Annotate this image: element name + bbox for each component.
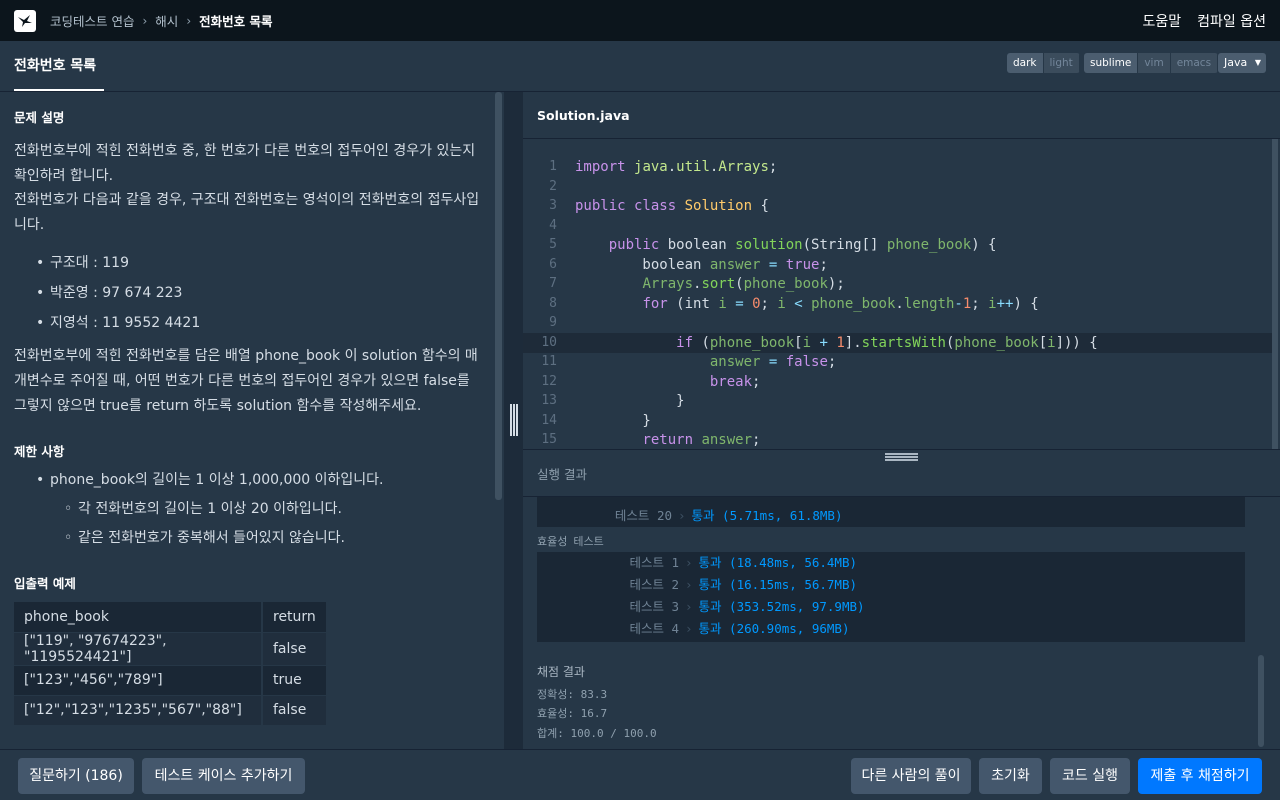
list-item: 같은 전화번호가 중복해서 들어있지 않습니다. <box>64 527 345 556</box>
efficiency-label: 효율성 테스트 <box>537 535 604 548</box>
theme-toggle: dark light <box>1007 53 1080 73</box>
code-line: 6 boolean answer = true; <box>549 257 828 273</box>
grade-heading: 채점 결과 <box>537 665 585 679</box>
efficiency-result-box: 테스트 1 › 통과 (18.48ms, 56.4MB) 테스트 2 › 통과 (16.… <box>537 552 1245 642</box>
list-item: 박준영 : 97 674 223 <box>36 282 200 312</box>
code-line: 9 <box>549 315 557 330</box>
code-line: 14 } <box>541 413 651 429</box>
table-cell: ["12","123","1235","567","88"] <box>14 695 263 726</box>
top-nav: 코딩테스트 연습 › 해시 › 전화번호 목록 도움말 컴파일 옵션 <box>0 0 1280 41</box>
accuracy-result-box: 테스트 20 › 통과 (5.71ms, 61.8MB) <box>537 497 1245 527</box>
description-line: 니다. <box>14 217 45 233</box>
code-line: 8 for (int i = 0; i < phone_book.length-… <box>549 296 1039 312</box>
editor-scrollbar[interactable] <box>1272 139 1278 449</box>
programmers-logo-icon[interactable] <box>14 9 36 32</box>
bottom-action-bar: 질문하기 (186) 테스트 케이스 추가하기 다른 사람의 풀이 초기화 코드… <box>0 749 1280 800</box>
grade-accuracy: 정확성: 83.3 <box>537 688 608 701</box>
description-scrollbar[interactable] <box>495 92 502 500</box>
list-item: 구조대 : 119 <box>36 252 200 282</box>
list-item: 각 전화번호의 길이는 1 이상 20 이하입니다. <box>64 498 345 527</box>
io-example-table: phone_book return ["119", "97674223", "1… <box>14 602 328 726</box>
grade-efficiency: 효율성: 16.7 <box>537 707 608 720</box>
code-line-active: 10 if (phone_book[i + 1].startsWith(phon… <box>523 333 1273 353</box>
code-line: 15 return answer; <box>541 432 761 448</box>
result-scrollbar[interactable] <box>1258 655 1264 747</box>
pane-splitter[interactable] <box>504 92 523 749</box>
theme-light-button[interactable]: light <box>1043 53 1080 73</box>
code-line: 11 answer = false; <box>541 354 837 370</box>
breadcrumb-hash[interactable]: 해시 <box>155 11 178 30</box>
tab-problem-title[interactable]: 전화번호 목록 <box>14 41 105 91</box>
code-line: 1 import java.util.Arrays; <box>549 159 778 175</box>
drag-handle-icon[interactable] <box>510 404 518 436</box>
code-line: 7 Arrays.sort(phone_book); <box>549 276 845 292</box>
resize-handle-icon[interactable] <box>885 453 918 461</box>
tab-bar: 전화번호 목록 dark light sublime vim emacs Jav… <box>0 41 1280 92</box>
description-line: 전화번호가 다음과 같을 경우, 구조대 전화번호는 영석이의 전화번호의 접두… <box>14 192 480 208</box>
language-select[interactable]: Java ▼ <box>1218 53 1266 73</box>
keymap-emacs-button[interactable]: emacs <box>1170 53 1219 73</box>
keymap-vim-button[interactable]: vim <box>1138 53 1171 73</box>
breadcrumb-coding-test[interactable]: 코딩테스트 연습 <box>50 11 134 30</box>
description-line: 개변수로 주어질 때, 어떤 번호가 다른 번호의 접두어인 경우가 있으면 f… <box>14 373 470 389</box>
keymap-toggle: sublime vim emacs <box>1084 53 1219 73</box>
code-line: 13 } <box>541 393 685 409</box>
code-line: 5 public boolean solution(String[] phone… <box>549 237 997 253</box>
problem-description-pane: 문제 설명 전화번호부에 적힌 전화번호 중, 한 번호가 다른 번호의 접두어… <box>0 92 504 749</box>
result-header: 실행 결과 <box>523 449 1280 497</box>
table-cell: ["119", "97674223", "1195524421"] <box>14 632 263 666</box>
chevron-right-icon: › <box>142 13 148 28</box>
result-panel: 테스트 20 › 통과 (5.71ms, 61.8MB) 효율성 테스트 테스트 1 ›… <box>523 497 1280 749</box>
breadcrumb: 코딩테스트 연습 › 해시 › 전화번호 목록 <box>50 11 272 30</box>
language-value: Java <box>1224 56 1248 69</box>
grade-total: 합계: 100.0 / 100.0 <box>537 727 657 740</box>
description-line: 그렇지 않으면 true를 return 하도록 solution 함수를 작성… <box>14 398 422 414</box>
run-code-button[interactable]: 코드 실행 <box>1050 758 1130 794</box>
code-line: 4 <box>549 218 557 233</box>
list-item: 지영석 : 11 9552 4421 <box>36 312 200 342</box>
section-heading-io: 입출력 예제 <box>14 576 76 591</box>
breadcrumb-current: 전화번호 목록 <box>199 14 273 29</box>
add-testcase-button[interactable]: 테스트 케이스 추가하기 <box>142 758 305 794</box>
table-cell: true <box>262 665 328 696</box>
table-cell: false <box>262 632 328 666</box>
theme-dark-button[interactable]: dark <box>1007 53 1044 73</box>
code-line: 12 break; <box>541 374 761 390</box>
description-line: 확인하려 합니다. <box>14 168 114 184</box>
chevron-right-icon: › <box>186 13 192 28</box>
description-line: 전화번호부에 적힌 전화번호를 담은 배열 phone_book 이 solut… <box>14 348 478 364</box>
reset-button[interactable]: 초기화 <box>979 758 1042 794</box>
code-line: 3 public class Solution { <box>549 198 769 214</box>
list-item: phone_book의 길이는 1 이상 1,000,000 이하입니다. <box>36 469 384 491</box>
code-editor[interactable]: 1 import java.util.Arrays; 2 3 public clas… <box>523 139 1280 449</box>
table-cell: false <box>262 695 328 726</box>
compile-options-link[interactable]: 컴파일 옵션 <box>1197 11 1266 31</box>
code-line: 2 <box>549 179 557 194</box>
section-heading-limits: 제한 사항 <box>14 444 65 459</box>
submit-button[interactable]: 제출 후 채점하기 <box>1138 758 1262 794</box>
table-cell: ["123","456","789"] <box>14 665 263 696</box>
caret-down-icon: ▼ <box>1254 58 1261 67</box>
table-header: phone_book <box>14 602 263 633</box>
list-item: 테스트 4 › 통과 (260.90ms, 96MB) <box>629 621 850 636</box>
result-heading: 실행 결과 <box>537 467 587 482</box>
ask-question-button[interactable]: 질문하기 (186) <box>18 758 134 794</box>
help-link[interactable]: 도움말 <box>1143 11 1182 31</box>
editor-filename: Solution.java <box>537 108 630 123</box>
list-item: 테스트 2 › 통과 (16.15ms, 56.7MB) <box>629 577 857 592</box>
description-line: 전화번호부에 적힌 전화번호 중, 한 번호가 다른 번호의 접두어인 경우가 … <box>14 143 476 159</box>
list-item: 테스트 1 › 통과 (18.48ms, 56.4MB) <box>629 555 857 570</box>
list-item: 테스트 20 › 통과 (5.71ms, 61.8MB) <box>614 508 843 523</box>
keymap-sublime-button[interactable]: sublime <box>1084 53 1139 73</box>
list-item: 테스트 3 › 통과 (353.52ms, 97.9MB) <box>629 599 865 614</box>
section-heading-description: 문제 설명 <box>14 110 65 125</box>
others-solutions-button[interactable]: 다른 사람의 풀이 <box>851 758 971 794</box>
table-header: return <box>262 602 328 633</box>
editor-header: Solution.java <box>523 92 1280 139</box>
